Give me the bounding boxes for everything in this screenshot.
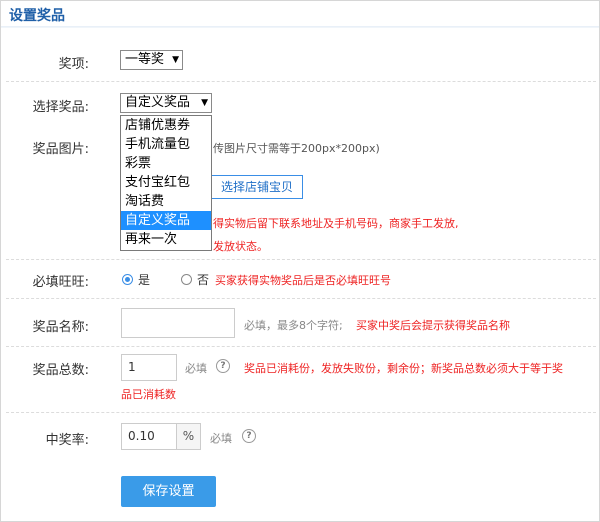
row-divider	[6, 81, 596, 82]
prize-type-dropdown: 店铺优惠券 手机流量包 彩票 支付宝红包 淘话费 自定义奖品 再来一次	[120, 115, 212, 251]
image-note-line2: 发放状态。	[213, 240, 268, 253]
prize-level-label: 奖项:	[58, 57, 89, 72]
percent-addon: %	[177, 423, 201, 450]
prize-name-hint: 必填，最多8个字符;	[244, 319, 343, 332]
win-rate-required: 必填	[210, 432, 232, 445]
win-rate-label: 中奖率:	[45, 433, 89, 448]
title-divider	[1, 26, 599, 28]
wangwang-yes-label: 是	[138, 273, 151, 287]
save-button[interactable]: 保存设置	[121, 476, 216, 507]
prize-level-value: 一等奖	[125, 52, 165, 67]
dropdown-option-shop-coupon[interactable]: 店铺优惠券	[121, 116, 211, 135]
prize-image-label: 奖品图片:	[32, 142, 89, 157]
wangwang-note: 买家获得实物奖品后是否必填旺旺号	[215, 274, 391, 287]
prize-name-note: 买家中奖后会提示获得奖品名称	[356, 319, 510, 332]
prize-total-required: 必填	[185, 362, 207, 375]
row-divider	[6, 346, 596, 347]
chevron-down-icon: ▼	[172, 55, 179, 65]
prize-total-input[interactable]: 1	[121, 354, 177, 381]
select-shop-item-button[interactable]: 选择店铺宝贝	[211, 175, 303, 199]
prize-type-value: 自定义奖品	[125, 95, 191, 110]
prize-name-input[interactable]	[121, 308, 235, 338]
settings-panel: 设置奖品 奖项: 一等奖 ▼ 选择奖品: 自定义奖品 ▼ 店铺优惠券 手机流量包…	[0, 0, 600, 522]
prize-level-select[interactable]: 一等奖 ▼	[120, 50, 183, 70]
row-divider	[6, 298, 596, 299]
dropdown-option-try-again[interactable]: 再来一次	[121, 230, 211, 249]
win-rate-input[interactable]: 0.10	[121, 423, 177, 450]
image-size-hint: 传图片尺寸需等于200px*200px)	[213, 142, 380, 155]
prize-total-note-line2: 品已消耗数	[121, 388, 176, 401]
dropdown-option-custom-prize[interactable]: 自定义奖品	[121, 211, 211, 230]
prize-name-label: 奖品名称:	[32, 320, 89, 335]
wangwang-no-label: 否	[197, 273, 210, 287]
row-divider	[6, 259, 596, 260]
dropdown-option-alipay-redpacket[interactable]: 支付宝红包	[121, 173, 211, 192]
chevron-down-icon: ▼	[201, 98, 208, 108]
page-title: 设置奖品	[9, 8, 65, 24]
wangwang-label: 必填旺旺:	[32, 275, 89, 290]
image-note-line1: 得实物后留下联系地址及手机号码，商家手工发放,	[213, 217, 459, 230]
dropdown-option-lottery[interactable]: 彩票	[121, 154, 211, 173]
prize-type-select[interactable]: 自定义奖品 ▼	[120, 93, 212, 113]
dropdown-option-mobile-data[interactable]: 手机流量包	[121, 135, 211, 154]
dropdown-option-phone-credit[interactable]: 淘话费	[121, 192, 211, 211]
wangwang-no-radio[interactable]	[181, 274, 192, 285]
row-divider	[6, 412, 596, 413]
help-icon[interactable]: ?	[242, 429, 256, 443]
prize-total-note-line1: 奖品已消耗份，发放失败份，剩余份；新奖品总数必须大于等于奖	[244, 362, 563, 375]
wangwang-yes-radio[interactable]	[122, 274, 133, 285]
help-icon[interactable]: ?	[216, 359, 230, 373]
prize-total-label: 奖品总数:	[32, 363, 89, 378]
prize-type-label: 选择奖品:	[32, 100, 89, 115]
